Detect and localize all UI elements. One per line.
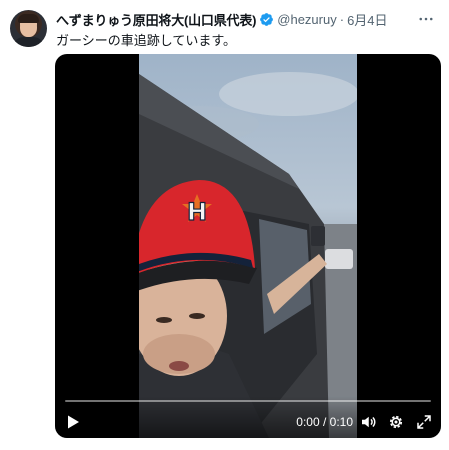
avatar-shirt: [12, 37, 45, 47]
gear-icon[interactable]: [387, 413, 405, 431]
video-controls: 0:00 / 0:10: [55, 396, 441, 438]
separator-dot: ·: [339, 11, 345, 27]
duration: 0:10: [329, 415, 353, 429]
avatar[interactable]: [10, 10, 47, 47]
display-name[interactable]: へずまりゅう原田将大(山口県代表): [56, 10, 256, 29]
svg-text:H: H: [187, 198, 207, 226]
video-player[interactable]: H 0:00 / 0:10: [55, 54, 441, 438]
avatar-hair: [18, 14, 39, 23]
time-display: 0:00 / 0:10: [296, 415, 353, 429]
video-still: H: [139, 72, 357, 438]
post-text: ガーシーの車追跡しています。: [56, 33, 237, 48]
progress-bar[interactable]: [65, 400, 431, 402]
verified-badge-icon: [259, 12, 274, 27]
user-handle[interactable]: @hezuruy: [277, 12, 336, 27]
elapsed-time: 0:00: [296, 415, 320, 429]
fullscreen-icon[interactable]: [415, 413, 433, 431]
volume-icon[interactable]: [359, 413, 377, 431]
video-frame: H: [139, 54, 357, 438]
play-icon[interactable]: [65, 414, 81, 430]
time-separator: /: [319, 415, 330, 429]
post-date[interactable]: 6月4日: [347, 10, 387, 29]
post-header: へずまりゅう原田将大(山口県代表) @hezuruy · 6月4日: [56, 9, 409, 29]
more-options-icon[interactable]: [417, 10, 435, 28]
